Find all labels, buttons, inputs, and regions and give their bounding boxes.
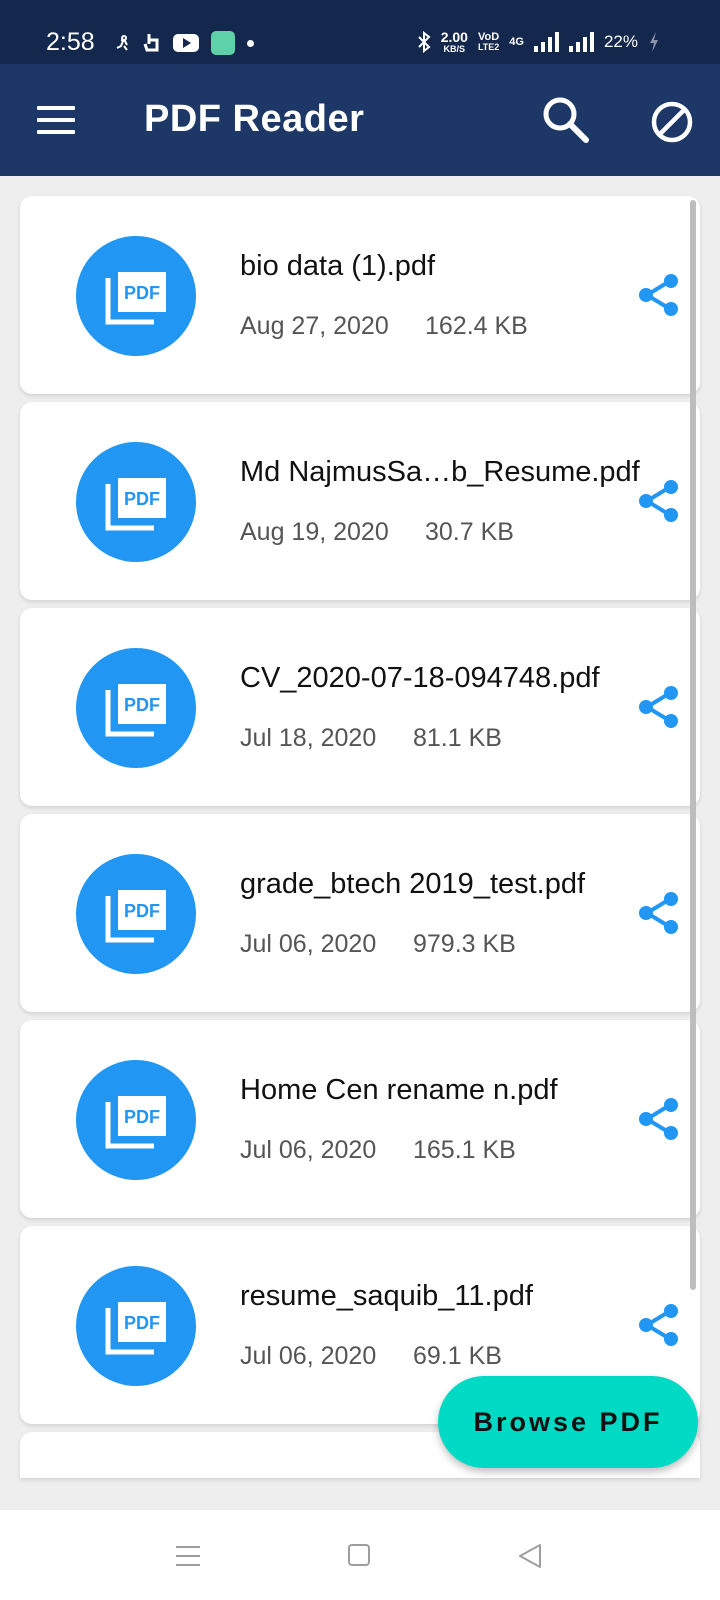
youtube-icon <box>173 34 199 52</box>
scrollbar[interactable] <box>690 200 696 1290</box>
battery-charging-icon <box>650 32 658 52</box>
network-type: 4G <box>509 36 524 48</box>
file-size: 69.1 KB <box>413 1342 502 1370</box>
file-name: Home Cen rename n.pdf <box>240 1074 558 1106</box>
block-icon[interactable] <box>650 100 694 144</box>
system-navigation-bar <box>0 1510 720 1600</box>
status-time: 2:58 <box>46 28 95 56</box>
network-speed-unit: KB/S <box>443 44 466 54</box>
file-list-item[interactable]: PDF Md NajmusSa…b_Resume.pdf Aug 19, 2020 3… <box>20 402 700 600</box>
app-bar: PDF Reader <box>0 64 720 176</box>
pdf-document-icon: PDF <box>105 1302 166 1355</box>
pdf-document-icon: PDF <box>105 890 166 943</box>
file-name: resume_saquib_11.pdf <box>240 1280 533 1312</box>
share-icon[interactable] <box>638 685 680 729</box>
pdf-icon-label: PDF <box>124 1313 160 1333</box>
network-speed: 2.00 KB/S <box>441 30 468 54</box>
file-size: 81.1 KB <box>413 724 502 752</box>
file-name: CV_2020-07-18-094748.pdf <box>240 662 600 694</box>
system-status-icons: 2.00 KB/S VoD LTE2 4G 22% <box>417 30 660 54</box>
file-size: 162.4 KB <box>425 312 528 340</box>
search-icon[interactable] <box>540 94 592 146</box>
share-icon[interactable] <box>638 1303 680 1347</box>
network-speed-value: 2.00 <box>440 29 468 45</box>
bluetooth-icon <box>417 31 431 53</box>
pdf-file-icon: PDF <box>76 1060 196 1180</box>
file-date: Jul 06, 2020 <box>240 1342 377 1370</box>
app-title: PDF Reader <box>144 98 365 140</box>
file-date: Jul 18, 2020 <box>240 724 377 752</box>
pdf-file-icon: PDF <box>76 442 196 562</box>
file-name: grade_btech 2019_test.pdf <box>240 868 586 900</box>
file-name: bio data (1).pdf <box>240 250 436 282</box>
file-list-item[interactable]: PDF Home Cen rename n.pdf Jul 06, 2020 165.… <box>20 1020 700 1218</box>
status-bar: 2:58 2.00 KB/S VoD LTE2 4G 22% <box>0 0 720 64</box>
pdf-icon-label: PDF <box>124 283 160 303</box>
file-name: Md NajmusSa…b_Resume.pdf <box>240 456 640 488</box>
pdf-file-icon: PDF <box>76 648 196 768</box>
file-list-item[interactable]: PDF CV_2020-07-18-094748.pdf Jul 18, 2020 8… <box>20 608 700 806</box>
file-date: Aug 19, 2020 <box>240 518 389 546</box>
share-icon[interactable] <box>638 479 680 523</box>
pdf-document-icon: PDF <box>105 478 166 531</box>
volte-top: VoD <box>478 31 500 43</box>
pdf-document-icon: PDF <box>105 684 166 737</box>
pdf-document-icon: PDF <box>105 272 166 325</box>
file-size: 979.3 KB <box>413 930 516 958</box>
signal-strength-icon-2 <box>568 32 594 52</box>
pdf-document-icon: PDF <box>105 1096 166 1149</box>
file-date: Jul 06, 2020 <box>240 1136 377 1164</box>
pdf-icon-label: PDF <box>124 901 160 921</box>
pdf-icon-label: PDF <box>124 695 160 715</box>
battery-percent: 22% <box>603 32 638 51</box>
pdf-file-icon: PDF <box>76 854 196 974</box>
file-date: Jul 06, 2020 <box>240 930 377 958</box>
share-icon[interactable] <box>638 891 680 935</box>
more-notifications-dot-icon <box>247 39 254 47</box>
volte-bottom: LTE2 <box>477 42 500 52</box>
pdf-icon-label: PDF <box>124 1107 160 1127</box>
recent-apps-icon[interactable] <box>176 1546 200 1566</box>
notification-running-icon <box>116 35 128 51</box>
notification-icons <box>115 31 254 55</box>
signal-strength-icon-1 <box>533 32 559 52</box>
share-icon[interactable] <box>638 273 680 317</box>
pdf-file-icon: PDF <box>76 236 196 356</box>
file-list-item[interactable]: PDF bio data (1).pdf Aug 27, 2020 162.4 KB <box>20 196 700 394</box>
share-icon[interactable] <box>638 1097 680 1141</box>
pdf-file-icon: PDF <box>76 1266 196 1386</box>
browse-pdf-button[interactable]: Browse PDF <box>438 1376 698 1468</box>
volte-indicator: VoD LTE2 <box>477 31 500 53</box>
file-list-item[interactable]: PDF grade_btech 2019_test.pdf Jul 06, 2020… <box>20 814 700 1012</box>
file-size: 30.7 KB <box>425 518 514 546</box>
file-size: 165.1 KB <box>413 1136 516 1164</box>
notification-touch-icon <box>143 34 159 52</box>
pdf-icon-label: PDF <box>124 489 160 509</box>
hamburger-menu-icon[interactable] <box>37 106 75 134</box>
home-icon[interactable] <box>348 1544 370 1566</box>
file-date: Aug 27, 2020 <box>240 312 389 340</box>
app-notification-icon <box>211 31 235 55</box>
back-icon[interactable] <box>516 1542 544 1570</box>
